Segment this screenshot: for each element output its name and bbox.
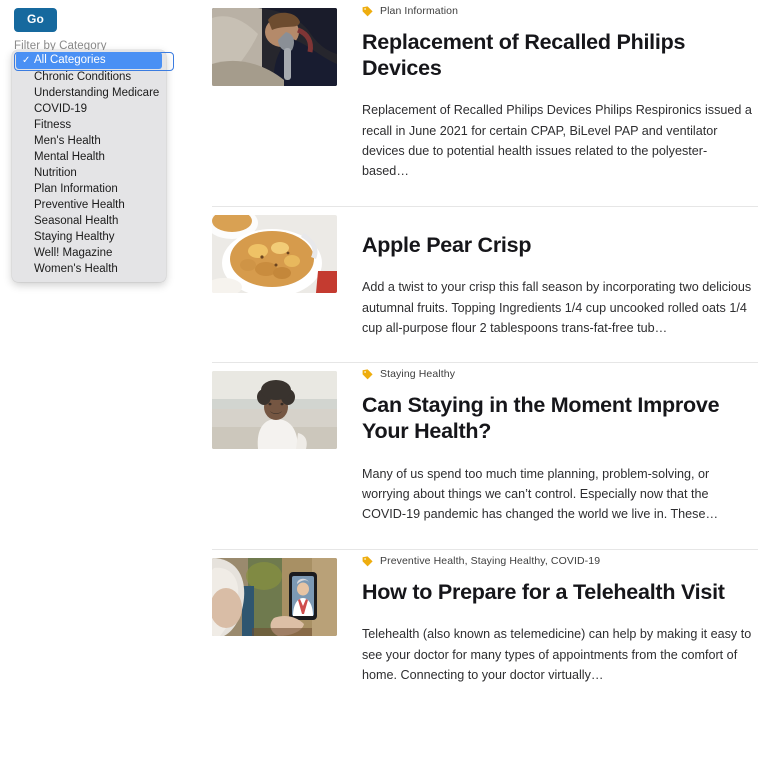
article-excerpt: Add a twist to your crisp this fall seas… (362, 280, 752, 336)
option-label: COVID-19 (34, 103, 88, 115)
option-staying-healthy[interactable]: Staying Healthy (12, 229, 166, 245)
article-list-item[interactable]: Apple Pear Crisp Add a twist to your cri… (212, 207, 758, 363)
article-list: Plan Information Replacement of Recalled… (212, 0, 758, 710)
option-understanding-medicare[interactable]: Understanding Medicare (12, 85, 166, 101)
article-listing-page: Go Filter by Category ✓ All Categories C… (0, 0, 768, 778)
option-label: Plan Information (34, 183, 118, 195)
article-tags[interactable]: Staying Healthy (380, 368, 455, 381)
article-content: Preventive Health, Staying Healthy, COVI… (337, 550, 758, 710)
option-label: Men's Health (34, 135, 101, 147)
option-womens-health[interactable]: Women's Health (12, 261, 166, 277)
article-content: Apple Pear Crisp Add a twist to your cri… (337, 207, 758, 363)
option-label: All Categories (34, 54, 106, 66)
bowl-of-apple-pear-crisp-photo (212, 214, 337, 293)
option-all-categories[interactable]: ✓ All Categories (16, 52, 162, 69)
article-title[interactable]: Can Staying in the Moment Improve Your H… (362, 393, 758, 444)
option-label: Mental Health (34, 151, 105, 163)
person-holding-phone-telehealth-call-photo (212, 557, 337, 636)
article-list-item[interactable]: Staying Healthy Can Staying in the Momen… (212, 363, 758, 548)
article-excerpt: Replacement of Recalled Philips Devices … (362, 103, 752, 179)
option-label: Seasonal Health (34, 215, 119, 227)
option-covid-19[interactable]: COVID-19 (12, 101, 166, 117)
option-label: Understanding Medicare (34, 87, 160, 99)
category-filter-panel: Go Filter by Category (0, 0, 200, 54)
person-sleeping-with-cpap-mask-photo (212, 8, 337, 86)
checkmark-icon: ✓ (22, 55, 31, 66)
article-excerpt: Telehealth (also known as telemedicine) … (362, 627, 752, 683)
tag-icon (362, 369, 373, 380)
option-label: Preventive Health (34, 199, 125, 211)
article-tagline: Plan Information (362, 5, 758, 18)
option-fitness[interactable]: Fitness (12, 117, 166, 133)
article-excerpt: Many of us spend too much time planning,… (362, 466, 719, 522)
article-thumbnail[interactable] (212, 8, 337, 86)
option-preventive-health[interactable]: Preventive Health (12, 197, 166, 213)
article-tagline: Staying Healthy (362, 368, 758, 381)
article-content: Plan Information Replacement of Recalled… (337, 0, 758, 206)
article-thumbnail[interactable] (212, 557, 337, 636)
category-select-popup[interactable]: ✓ All Categories Chronic Conditions Unde… (12, 50, 174, 282)
option-label: Well! Magazine (34, 247, 113, 259)
tag-icon (362, 556, 373, 567)
go-button[interactable]: Go (14, 8, 58, 33)
article-thumbnail[interactable] (212, 371, 337, 450)
tag-icon (362, 6, 373, 17)
option-seasonal-health[interactable]: Seasonal Health (12, 213, 166, 229)
option-well-magazine[interactable]: Well! Magazine (12, 245, 166, 261)
article-content: Staying Healthy Can Staying in the Momen… (337, 363, 758, 548)
option-plan-information[interactable]: Plan Information (12, 181, 166, 197)
article-list-item[interactable]: Plan Information Replacement of Recalled… (212, 0, 758, 206)
smiling-woman-on-beach-photo (212, 371, 337, 450)
option-label: Chronic Conditions (34, 71, 132, 83)
option-label: Staying Healthy (34, 231, 115, 243)
option-label: Nutrition (34, 167, 77, 179)
option-mens-health[interactable]: Men's Health (12, 133, 166, 149)
article-title[interactable]: Apple Pear Crisp (362, 233, 758, 259)
article-title[interactable]: Replacement of Recalled Philips Devices (362, 30, 758, 81)
article-tags[interactable]: Preventive Health, Staying Healthy, COVI… (380, 555, 600, 568)
article-thumbnail[interactable] (212, 214, 337, 293)
article-title[interactable]: How to Prepare for a Telehealth Visit (362, 580, 758, 606)
article-tags[interactable]: Plan Information (380, 5, 458, 18)
option-chronic-conditions[interactable]: Chronic Conditions (12, 69, 166, 85)
option-label: Fitness (34, 119, 72, 131)
article-tagline: Preventive Health, Staying Healthy, COVI… (362, 555, 758, 568)
article-list-item[interactable]: Preventive Health, Staying Healthy, COVI… (212, 550, 758, 710)
option-label: Women's Health (34, 263, 118, 275)
option-nutrition[interactable]: Nutrition (12, 165, 166, 181)
option-mental-health[interactable]: Mental Health (12, 149, 166, 165)
